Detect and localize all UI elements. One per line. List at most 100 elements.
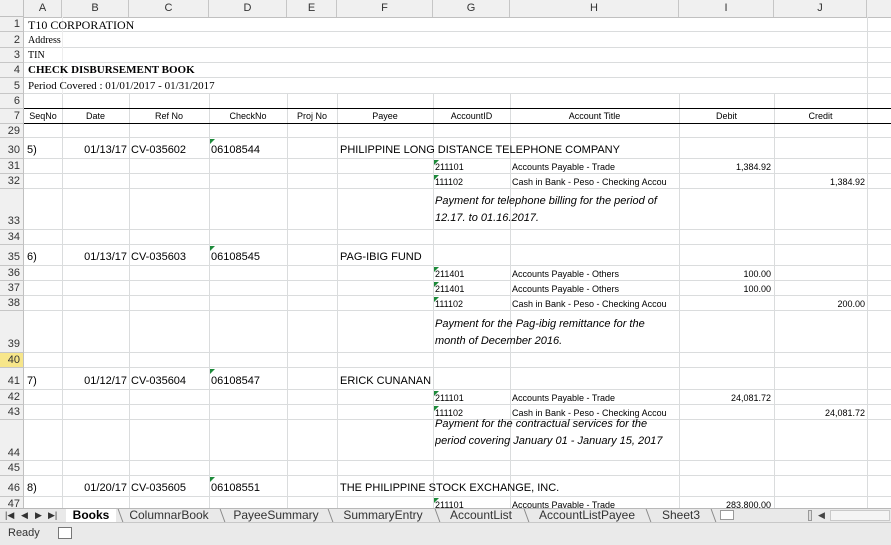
column-header-b[interactable]: B [62, 0, 129, 17]
line-account-title[interactable]: Accounts Payable - Trade [512, 392, 678, 405]
entry-seq[interactable]: 5) [27, 143, 37, 158]
row-header[interactable]: 44 [0, 420, 24, 461]
column-header-g[interactable]: G [433, 0, 510, 17]
entry-ref[interactable]: CV-035602 [131, 143, 186, 158]
line-account-id[interactable]: 211401 [435, 268, 464, 281]
line-account-title[interactable]: Cash in Bank - Peso - Checking Accou [512, 176, 678, 189]
column-header-d[interactable]: D [209, 0, 287, 17]
entry-payee[interactable]: ERICK CUNANAN [340, 374, 431, 389]
row-header[interactable]: 4 [0, 63, 24, 78]
row-header[interactable]: 36 [0, 266, 24, 281]
line-debit[interactable]: 24,081.72 [679, 392, 771, 405]
prev-sheet-icon[interactable]: ◀ [21, 509, 28, 522]
entry-check[interactable]: 06108545 [211, 250, 260, 265]
entry-check[interactable]: 06108547 [211, 374, 260, 389]
column-header-h[interactable]: H [510, 0, 679, 17]
row-header[interactable]: 45 [0, 461, 24, 476]
entry-memo[interactable]: Payment for the contractual services for… [435, 416, 678, 461]
column-header-c[interactable]: C [129, 0, 209, 17]
entry-memo[interactable]: Payment for telephone billing for the pe… [435, 193, 678, 229]
entry-check[interactable]: 06108544 [211, 143, 260, 158]
row-header[interactable]: 42 [0, 390, 24, 405]
entry-date[interactable]: 01/13/17 [62, 143, 127, 158]
line-account-id[interactable]: 211101 [435, 161, 464, 174]
line-credit[interactable]: 24,081.72 [774, 407, 865, 420]
line-account-id[interactable]: 211401 [435, 283, 464, 296]
column-header-j[interactable]: J [774, 0, 867, 17]
entry-ref[interactable]: CV-035604 [131, 374, 186, 389]
tab-divider [645, 509, 652, 522]
row-header[interactable]: 30 [0, 138, 24, 159]
tab-accountlistpayee[interactable]: AccountListPayee [531, 509, 643, 522]
tab-summaryentry[interactable]: SummaryEntry [334, 509, 432, 522]
row-header[interactable]: 37 [0, 281, 24, 296]
tab-sheet3[interactable]: Sheet3 [652, 509, 710, 522]
line-account-title[interactable]: Accounts Payable - Trade [512, 161, 678, 174]
row-header[interactable]: 29 [0, 124, 24, 138]
tab-accountlist[interactable]: AccountList [441, 509, 521, 522]
entry-payee[interactable]: PHILIPPINE LONG DISTANCE TELEPHONE COMPA… [340, 143, 620, 158]
line-debit[interactable]: 100.00 [679, 283, 771, 296]
row-header[interactable]: 6 [0, 94, 24, 109]
row-header-selected[interactable]: 40 [0, 353, 24, 368]
row-header[interactable]: 38 [0, 296, 24, 311]
line-account-title[interactable]: Accounts Payable - Others [512, 268, 678, 281]
line-credit[interactable]: 200.00 [774, 298, 865, 311]
entry-memo[interactable]: Payment for the Pag-ibig remittance for … [435, 316, 678, 352]
row-header[interactable]: 32 [0, 174, 24, 189]
row-header[interactable]: 2 [0, 32, 24, 48]
macro-record-icon[interactable] [58, 527, 72, 539]
entry-seq[interactable]: 8) [27, 481, 37, 496]
row-header[interactable]: 3 [0, 48, 24, 63]
last-sheet-icon[interactable]: ▶| [48, 509, 57, 522]
address-label: Address [28, 35, 61, 46]
column-header-f[interactable]: F [337, 0, 433, 17]
row-header[interactable]: 5 [0, 78, 24, 94]
entry-ref[interactable]: CV-035605 [131, 481, 186, 496]
entry-payee[interactable]: THE PHILIPPINE STOCK EXCHANGE, INC. [340, 481, 559, 496]
entry-seq[interactable]: 6) [27, 250, 37, 265]
next-sheet-icon[interactable]: ▶ [35, 509, 42, 522]
first-sheet-icon[interactable]: |◀ [5, 509, 14, 522]
line-account-title[interactable]: Accounts Payable - Others [512, 283, 678, 296]
column-header-a[interactable]: A [24, 0, 62, 17]
entry-payee[interactable]: PAG-IBIG FUND [340, 250, 422, 265]
row-header[interactable]: 34 [0, 230, 24, 245]
row-header[interactable]: 31 [0, 159, 24, 174]
entry-date[interactable]: 01/12/17 [62, 374, 127, 389]
line-credit[interactable]: 1,384.92 [774, 176, 865, 189]
tab-payeesummary[interactable]: PayeeSummary [226, 509, 326, 522]
line-account-title[interactable]: Accounts Payable - Trade [512, 499, 678, 508]
spreadsheet-grid[interactable]: A B C D E F G H I J 1 2 3 4 5 6 7 29 30 … [0, 0, 891, 508]
line-debit[interactable]: 1,384.92 [679, 161, 771, 174]
entry-date[interactable]: 01/20/17 [62, 481, 127, 496]
entry-seq[interactable]: 7) [27, 374, 37, 389]
entry-ref[interactable]: CV-035603 [131, 250, 186, 265]
row-header[interactable]: 46 [0, 476, 24, 497]
horizontal-scrollbar[interactable] [830, 510, 890, 521]
row-header[interactable]: 43 [0, 405, 24, 420]
row-header[interactable]: 33 [0, 189, 24, 230]
line-account-id[interactable]: 111102 [435, 298, 463, 311]
row-header[interactable]: 41 [0, 368, 24, 390]
line-account-id[interactable]: 211101 [435, 499, 464, 508]
insert-sheet-icon[interactable] [720, 510, 734, 520]
tab-split-handle[interactable] [808, 510, 812, 521]
row-header[interactable]: 35 [0, 245, 24, 266]
line-debit[interactable]: 283,800.00 [679, 499, 771, 508]
select-all-corner[interactable] [0, 0, 24, 17]
row-header[interactable]: 47 [0, 497, 24, 508]
tab-columnarbook[interactable]: ColumnarBook [122, 509, 216, 522]
entry-date[interactable]: 01/13/17 [62, 250, 127, 265]
row-header[interactable]: 7 [0, 109, 24, 124]
column-header-i[interactable]: I [679, 0, 774, 17]
row-header[interactable]: 39 [0, 311, 24, 353]
entry-check[interactable]: 06108551 [211, 481, 260, 496]
scroll-left-icon[interactable]: ◀ [818, 509, 825, 522]
line-account-id[interactable]: 111102 [435, 176, 463, 189]
column-header-e[interactable]: E [287, 0, 337, 17]
line-account-title[interactable]: Cash in Bank - Peso - Checking Accou [512, 298, 678, 311]
line-debit[interactable]: 100.00 [679, 268, 771, 281]
row-header[interactable]: 1 [0, 17, 24, 32]
line-account-id[interactable]: 211101 [435, 392, 464, 405]
